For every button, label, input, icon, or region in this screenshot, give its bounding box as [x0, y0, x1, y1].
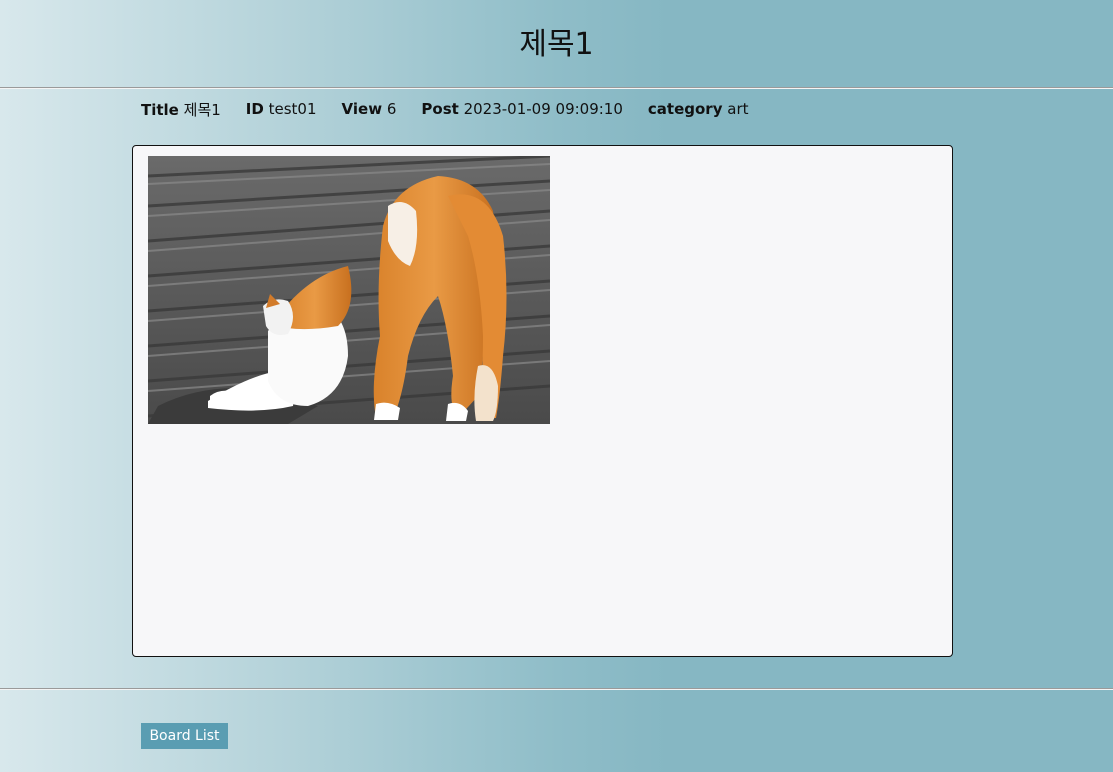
post-meta: Title 제목1 ID test01 View 6 Post 2023-01-… — [141, 99, 774, 119]
meta-category-key: category — [647, 100, 723, 118]
meta-view-key: View — [341, 100, 383, 118]
meta-view: View 6 — [342, 100, 397, 118]
cat-image — [148, 156, 550, 424]
meta-title-key: Title — [141, 100, 179, 119]
board-list-button[interactable]: Board List — [141, 723, 228, 749]
page-title: 제목1 — [519, 26, 594, 62]
top-divider — [0, 87, 1113, 89]
meta-title-value: 제목1 — [183, 100, 221, 119]
meta-post-key: Post — [421, 100, 459, 118]
meta-view-value: 6 — [386, 100, 397, 118]
meta-category-value: art — [727, 100, 749, 118]
meta-title: Title 제목1 — [141, 99, 221, 120]
meta-id-value: test01 — [268, 100, 317, 118]
meta-post-value: 2023-01-09 09:09:10 — [463, 100, 623, 118]
post-content — [132, 145, 953, 657]
meta-category: category art — [648, 100, 749, 118]
meta-id-key: ID — [245, 100, 264, 118]
meta-id: ID test01 — [246, 100, 317, 118]
meta-post: Post 2023-01-09 09:09:10 — [421, 100, 623, 118]
page-header: 제목1 — [0, 0, 1113, 87]
bottom-divider — [0, 688, 1113, 690]
